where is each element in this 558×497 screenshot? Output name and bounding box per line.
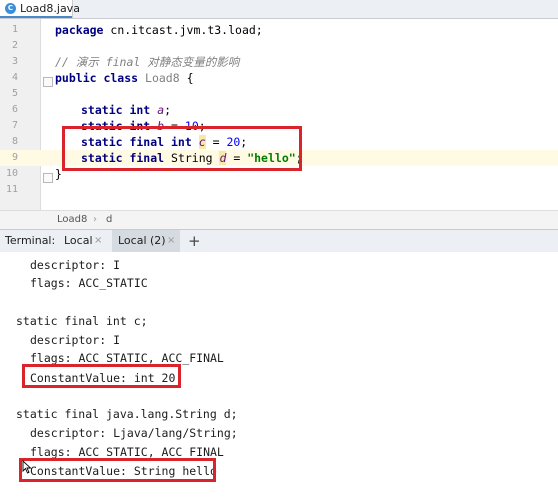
fold-marker-icon[interactable] [43,173,53,183]
keyword: package [55,23,104,37]
terminal-line: static final int c; [16,314,148,328]
line-number: 7 [11,120,18,131]
tab-terminal-local-2[interactable]: Local (2) × [112,230,180,252]
line-number: 4 [11,72,18,83]
tab-load8-java[interactable]: C Load8.java [0,0,80,18]
code-line: 2 [0,38,558,54]
terminal-line: descriptor: Ljava/lang/String; [30,426,238,440]
line-number: 9 [11,152,18,163]
java-class-icon: C [5,3,16,14]
line-number: 6 [11,104,18,115]
line-number: 10 [5,168,18,179]
brace: } [55,167,62,181]
highlight-box-constant-string [19,458,216,482]
breadcrumb-field[interactable]: d [106,211,112,229]
line-number: 11 [5,184,18,195]
package-name: cn.itcast.jvm.t3.load; [103,23,263,37]
terminal-line: flags: ACC_STATIC, ACC_FINAL [30,351,224,365]
line-number: 2 [11,40,18,51]
code-line: 3 // 演示 final 对静态变量的影响 [0,54,558,70]
add-terminal-button[interactable]: + [188,230,201,252]
code-editor[interactable]: 1 package cn.itcast.jvm.t3.load; 2 3 // … [0,19,558,210]
breadcrumb-class[interactable]: Load8 [57,211,87,229]
code-line: 11 [0,182,558,198]
editor-tab-bar: C Load8.java [0,0,558,19]
line-number: 1 [11,24,18,35]
terminal-line: descriptor: I [30,333,121,347]
code-comment: // 演示 final 对静态变量的影响 [55,55,240,69]
terminal-line: flags: ACC_STATIC [30,276,148,290]
code-line: 6 static int a; [0,102,558,118]
terminal-label: Terminal: [5,234,56,247]
tab-terminal-local[interactable]: Local × [58,230,108,252]
keyword: static int [81,103,151,117]
close-icon[interactable]: × [167,230,175,252]
fold-marker-icon[interactable] [43,77,53,87]
terminal-line: descriptor: I [30,258,121,272]
tab-label: Local [64,234,93,247]
mouse-cursor-icon [22,460,32,474]
terminal-toolbar: Terminal: Local × Local (2) × + [0,229,558,253]
line-number: 3 [11,56,18,67]
tab-label: Local (2) [118,234,166,247]
active-tab-indicator [0,16,72,18]
highlight-box-constant-int [22,364,181,388]
code-line: 5 [0,86,558,102]
class-name: Load8 [138,71,180,85]
keyword: public class [55,71,139,85]
code-line: 4 public class Load8 { [0,70,558,86]
terminal-output[interactable]: descriptor: I flags: ACC_STATIC static f… [0,252,558,497]
highlight-box-code [62,126,302,171]
terminal-line: static final java.lang.String d; [16,407,238,421]
terminal-line: flags: ACC_STATIC, ACC_FINAL [30,445,224,459]
breadcrumb-separator-icon: › [93,214,97,225]
breadcrumb: Load8 › d [0,210,558,229]
code-line: 1 package cn.itcast.jvm.t3.load; [0,22,558,38]
line-number: 5 [11,88,18,99]
semicolon: ; [164,103,172,117]
brace: { [179,71,194,85]
close-icon[interactable]: × [94,230,102,252]
line-number: 8 [11,136,18,147]
